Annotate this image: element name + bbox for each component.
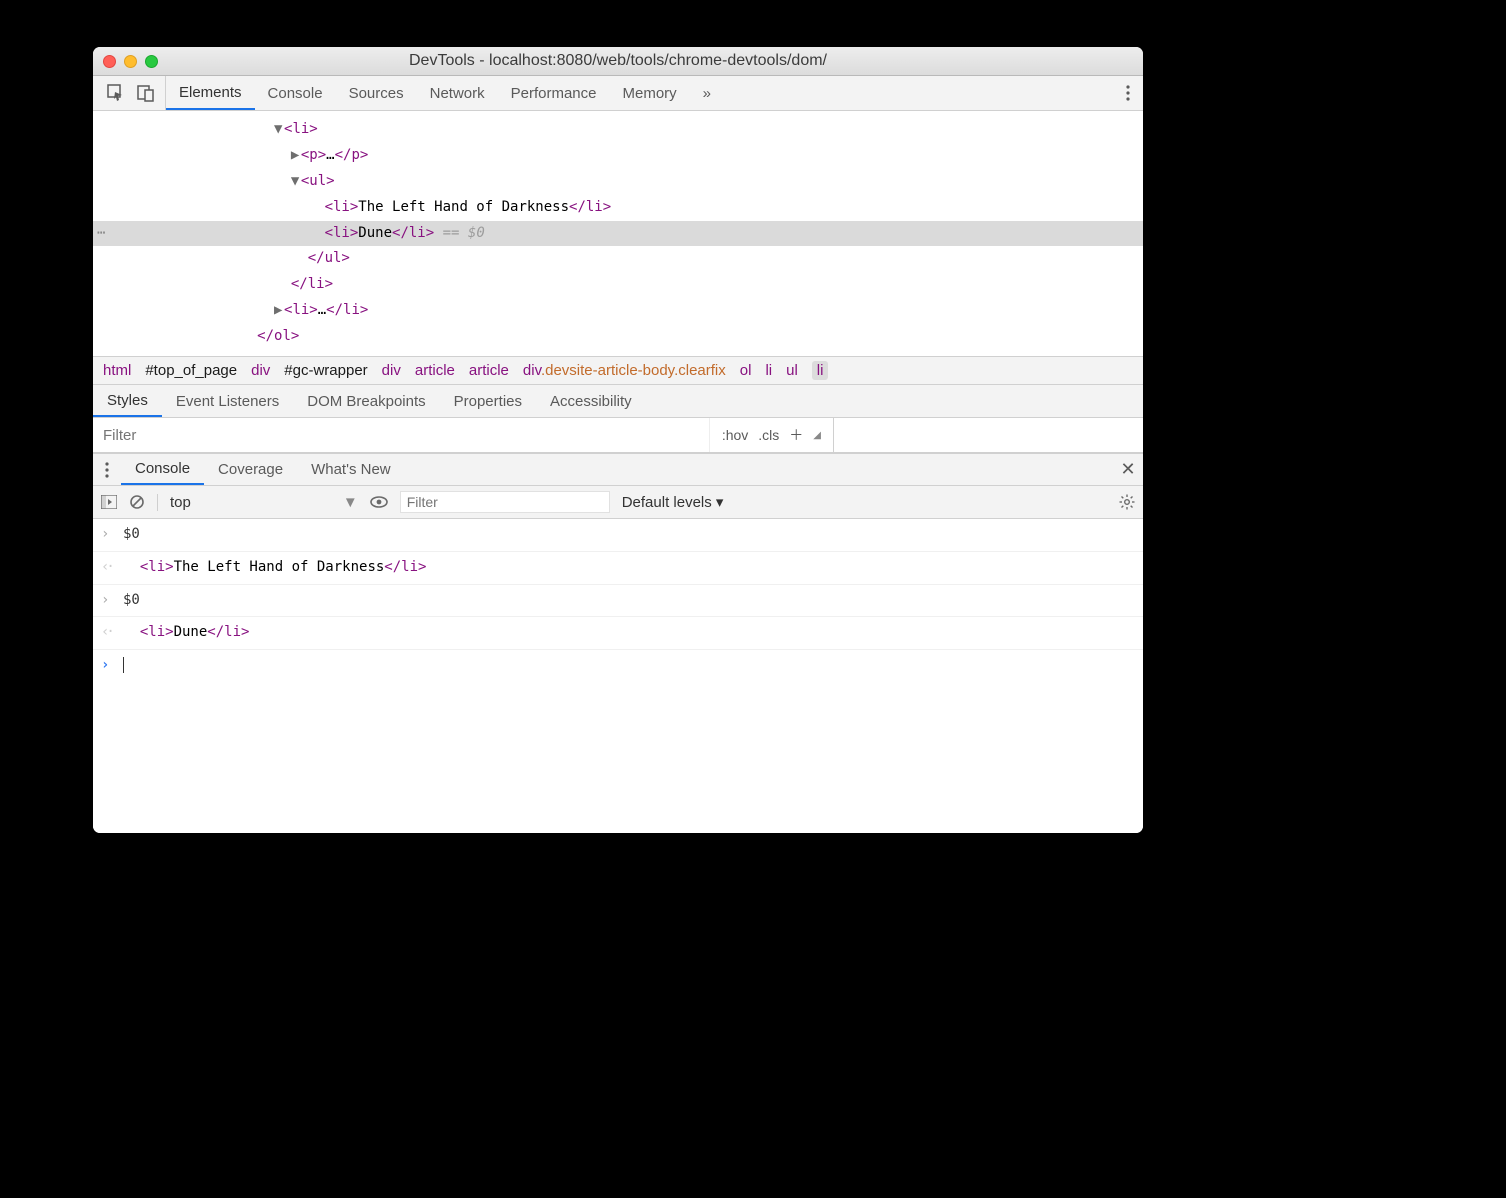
output-chevron-icon bbox=[101, 621, 123, 645]
input-chevron-icon bbox=[101, 589, 123, 613]
tab-sources[interactable]: Sources bbox=[336, 76, 417, 110]
console-row-input[interactable]: $0 bbox=[93, 519, 1143, 552]
drawer-tab-coverage[interactable]: Coverage bbox=[204, 454, 297, 485]
window-title: DevTools - localhost:8080/web/tools/chro… bbox=[93, 52, 1143, 70]
dom-node[interactable]: ▶<li>…</li> bbox=[93, 298, 1143, 324]
zoom-window-icon[interactable] bbox=[145, 55, 158, 68]
console-prompt[interactable] bbox=[93, 650, 1143, 682]
clear-console-icon[interactable] bbox=[129, 494, 145, 510]
crumb[interactable]: div bbox=[382, 362, 401, 379]
dom-node[interactable]: ▶<p>…</p> bbox=[93, 143, 1143, 169]
inspect-icon[interactable] bbox=[107, 84, 125, 102]
console-sidebar-icon[interactable] bbox=[101, 495, 117, 509]
settings-kebab-icon[interactable] bbox=[1113, 76, 1143, 110]
window-controls bbox=[103, 55, 158, 68]
cursor bbox=[123, 657, 124, 673]
tab-memory[interactable]: Memory bbox=[610, 76, 690, 110]
styles-tab-strip: Styles Event Listeners DOM Breakpoints P… bbox=[93, 385, 1143, 418]
console-output[interactable]: $0 <li>The Left Hand of Darkness</li> $0… bbox=[93, 519, 1143, 833]
crumb[interactable]: #gc-wrapper bbox=[284, 362, 367, 379]
styles-filter-row: :hov .cls ＋ ◢ bbox=[93, 418, 1143, 453]
add-rule-icon[interactable]: ＋ bbox=[789, 425, 803, 445]
tab-properties[interactable]: Properties bbox=[440, 385, 536, 417]
main-tab-strip: Elements Console Sources Network Perform… bbox=[93, 76, 1143, 111]
log-levels-select[interactable]: Default levels ▾ bbox=[622, 493, 724, 511]
console-settings-gear-icon[interactable] bbox=[1119, 494, 1135, 510]
computed-pane-preview bbox=[833, 418, 1143, 452]
drawer-close-icon[interactable]: ✕ bbox=[1113, 454, 1143, 485]
crumb[interactable]: article bbox=[415, 362, 455, 379]
context-select[interactable]: top ▼ bbox=[157, 494, 358, 511]
dom-node[interactable]: ▼<li> bbox=[93, 117, 1143, 143]
devtools-window: DevTools - localhost:8080/web/tools/chro… bbox=[93, 47, 1143, 833]
tab-performance[interactable]: Performance bbox=[498, 76, 610, 110]
crumb[interactable]: #top_of_page bbox=[145, 362, 237, 379]
crumb[interactable]: html bbox=[103, 362, 131, 379]
crumb[interactable]: div.devsite-article-body.clearfix bbox=[523, 362, 726, 379]
console-toolbar: top ▼ Default levels ▾ bbox=[93, 486, 1143, 519]
tab-overflow-icon[interactable]: » bbox=[690, 76, 724, 110]
device-toggle-icon[interactable] bbox=[137, 84, 155, 102]
dom-node-selected[interactable]: <li>Dune</li> == $0 bbox=[93, 221, 1143, 247]
crumb[interactable]: ol bbox=[740, 362, 752, 379]
crumb[interactable]: article bbox=[469, 362, 509, 379]
drawer-tab-whats-new[interactable]: What's New bbox=[297, 454, 405, 485]
dom-node[interactable]: </li> bbox=[93, 272, 1143, 298]
minimize-window-icon[interactable] bbox=[124, 55, 137, 68]
tab-console[interactable]: Console bbox=[255, 76, 336, 110]
crumb[interactable]: ul bbox=[786, 362, 798, 379]
cls-button[interactable]: .cls bbox=[758, 427, 779, 443]
dom-node[interactable]: ▼<ul> bbox=[93, 169, 1143, 195]
drawer-kebab-icon[interactable] bbox=[93, 454, 121, 485]
console-row-output[interactable]: <li>Dune</li> bbox=[93, 617, 1143, 650]
title-bar: DevTools - localhost:8080/web/tools/chro… bbox=[93, 47, 1143, 76]
tab-elements[interactable]: Elements bbox=[166, 76, 255, 110]
dom-node[interactable]: </ol> bbox=[93, 324, 1143, 350]
live-expression-icon[interactable] bbox=[370, 496, 388, 508]
crumb[interactable]: div bbox=[251, 362, 270, 379]
drawer-tab-strip: Console Coverage What's New ✕ bbox=[93, 453, 1143, 486]
drawer-tab-console[interactable]: Console bbox=[121, 454, 204, 485]
crumb-current[interactable]: li bbox=[812, 361, 829, 380]
breadcrumb: html #top_of_page div #gc-wrapper div ar… bbox=[93, 356, 1143, 385]
crumb[interactable]: li bbox=[765, 362, 772, 379]
dom-node[interactable]: <li>The Left Hand of Darkness</li> bbox=[93, 195, 1143, 221]
tab-network[interactable]: Network bbox=[417, 76, 498, 110]
console-row-output[interactable]: <li>The Left Hand of Darkness</li> bbox=[93, 552, 1143, 585]
prompt-chevron-icon bbox=[101, 654, 123, 678]
close-window-icon[interactable] bbox=[103, 55, 116, 68]
console-row-input[interactable]: $0 bbox=[93, 585, 1143, 618]
dom-node[interactable]: </ul> bbox=[93, 246, 1143, 272]
context-label: top bbox=[170, 494, 191, 511]
styles-filter-input[interactable] bbox=[93, 418, 709, 452]
tab-accessibility[interactable]: Accessibility bbox=[536, 385, 646, 417]
hov-button[interactable]: :hov bbox=[722, 427, 748, 443]
tab-styles[interactable]: Styles bbox=[93, 385, 162, 417]
tab-event-listeners[interactable]: Event Listeners bbox=[162, 385, 293, 417]
dom-tree[interactable]: ▼<li> ▶<p>…</p> ▼<ul> <li>The Left Hand … bbox=[93, 111, 1143, 356]
console-filter-input[interactable] bbox=[400, 491, 610, 513]
tab-dom-breakpoints[interactable]: DOM Breakpoints bbox=[293, 385, 439, 417]
input-chevron-icon bbox=[101, 523, 123, 547]
output-chevron-icon bbox=[101, 556, 123, 580]
expand-styles-icon[interactable]: ◢ bbox=[813, 430, 821, 441]
